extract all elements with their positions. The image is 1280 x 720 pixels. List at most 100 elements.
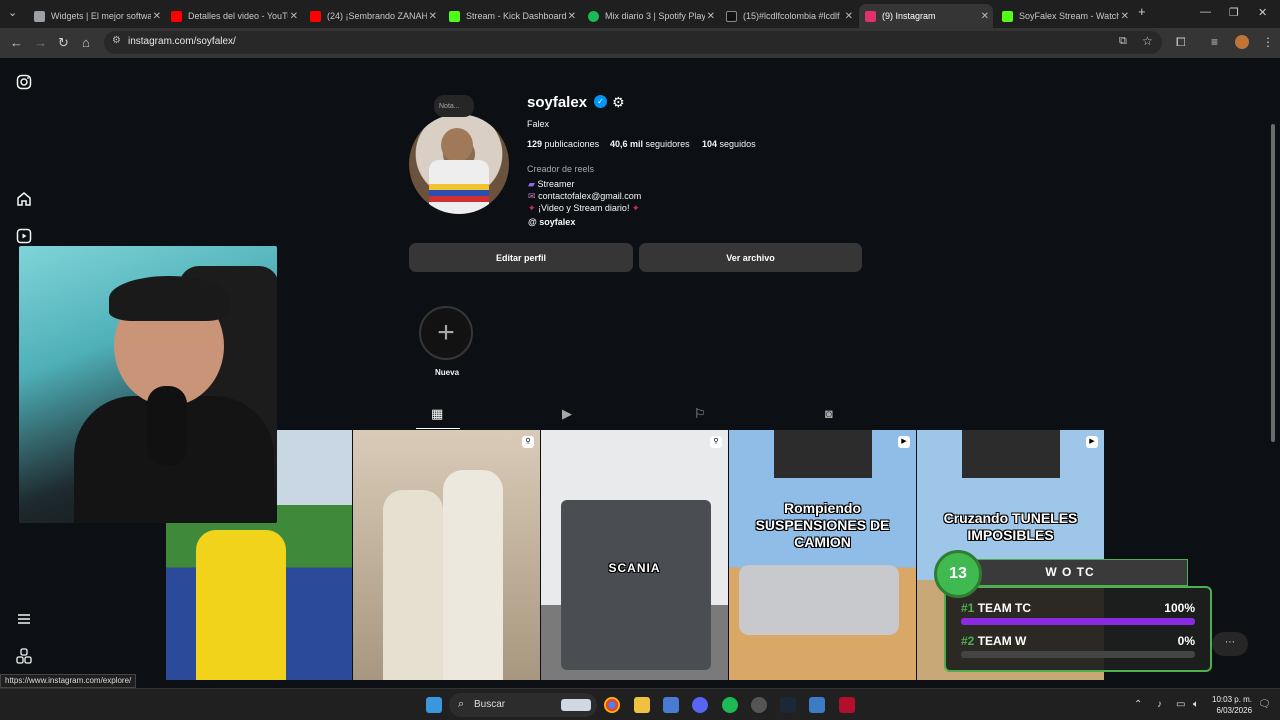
install-app-icon[interactable]: ⧉ (1119, 35, 1127, 48)
obs-icon[interactable] (751, 697, 767, 713)
browser-tab[interactable]: Mix diario 3 | Spotify Playlist ✕ (582, 4, 719, 28)
bookmark-star-icon[interactable]: ☆ (1142, 34, 1153, 48)
close-window-icon[interactable]: ✕ (1258, 6, 1267, 19)
threads-link[interactable]: @ soyfalex (528, 217, 575, 227)
steam-icon[interactable] (780, 697, 796, 713)
restore-icon[interactable]: ❐ (1229, 6, 1239, 19)
tab-title: (24) ¡Sembrando ZANAHORIAS (327, 11, 427, 21)
sparkle-icon: ✦ (528, 203, 536, 213)
posts-grid-tab-icon[interactable]: ▦ (431, 406, 443, 422)
page-scrollbar[interactable] (1271, 124, 1275, 442)
streamer-webcam-overlay (19, 246, 277, 523)
search-highlight-icon (561, 699, 591, 711)
note-bubble[interactable]: Nota... (434, 95, 474, 117)
browser-tab[interactable]: (24) ¡Sembrando ZANAHORIAS ✕ (304, 4, 441, 28)
settings-gear-icon[interactable]: ⚙ (612, 94, 625, 111)
url-text[interactable]: instagram.com/soyfalex/ (128, 36, 236, 47)
close-tab-icon[interactable]: ✕ (153, 11, 161, 22)
post-person-figure (383, 490, 443, 680)
microphone-tray-icon[interactable]: ♪ (1157, 699, 1162, 710)
close-tab-icon[interactable]: ✕ (707, 11, 715, 22)
forward-icon[interactable]: → (34, 35, 47, 50)
messages-more-icon[interactable]: ⋯ (1212, 632, 1248, 656)
avatar-face (441, 128, 473, 162)
team-name: TEAM TC (977, 601, 1032, 615)
file-explorer-icon[interactable] (634, 697, 650, 713)
network-icon[interactable]: ▭ (1176, 699, 1185, 710)
more-menu-icon[interactable] (16, 611, 32, 627)
browser-tab[interactable]: Stream - Kick Dashboard ✕ (443, 4, 580, 28)
bio-line: ✦ ¡Video y Stream diario! ✦ (528, 203, 640, 214)
browser-tab[interactable]: (15)#lcdlfcolombia #lcdlf ✕ (720, 4, 857, 28)
back-icon[interactable]: ← (10, 35, 23, 50)
site-info-icon[interactable]: ⚙ (112, 35, 121, 46)
youtube-favicon-icon (310, 10, 321, 22)
bio-line: ▰ Streamer (528, 179, 574, 190)
instagram-logo-icon[interactable] (16, 74, 32, 90)
posts-label: publicaciones (544, 139, 600, 149)
tab-title: Mix diario 3 | Spotify Playlist (605, 11, 705, 21)
spotify-icon[interactable] (722, 697, 738, 713)
youtube-favicon-icon (171, 10, 182, 22)
close-tab-icon[interactable]: ✕ (845, 11, 853, 22)
followers-stat[interactable]: 40,6 mil seguidores (610, 139, 690, 149)
tab-title: Widgets | El mejor software (51, 11, 151, 21)
browser-tab[interactable]: Detalles del video - YouTube ✕ (165, 4, 302, 28)
tray-overflow-icon[interactable]: ⌃ (1134, 699, 1142, 710)
saved-tab-icon[interactable]: ⚐ (694, 406, 706, 422)
address-bar[interactable]: ⚙ instagram.com/soyfalex/ ⧉ ☆ (104, 31, 1162, 54)
browser-tab[interactable]: SoyFalex Stream - Watch ✕ (996, 4, 1133, 28)
media-control-icon[interactable]: ≡ (1211, 35, 1218, 49)
home-icon[interactable]: ⌂ (82, 35, 90, 50)
team-rank: #1 (961, 601, 975, 615)
home-icon[interactable] (16, 191, 32, 207)
post-thumbnail[interactable]: ⚲ (353, 430, 540, 680)
close-tab-icon[interactable]: ✕ (981, 11, 989, 22)
volume-icon[interactable]: 🔈︎ (1193, 699, 1199, 710)
close-tab-icon[interactable]: ✕ (429, 11, 437, 22)
vote-widget (944, 586, 1212, 672)
team-rank: #2 (961, 634, 975, 648)
meta-apps-icon[interactable] (16, 648, 32, 664)
post-person-figure (443, 470, 503, 680)
taskbar-clock[interactable]: 10:03 p. m. 6/03/2026 (1212, 694, 1252, 716)
notifications-icon[interactable]: 🗨︎ (1258, 699, 1271, 710)
new-highlight-button[interactable]: + (419, 306, 473, 360)
tagged-tab-icon[interactable]: ◙ (825, 406, 833, 421)
microphone-icon (147, 386, 187, 466)
extensions-icon[interactable]: ⧠ (1176, 35, 1186, 50)
browser-tab-active[interactable]: (9) Instagram ✕ (859, 4, 993, 28)
tab-title: Detalles del video - YouTube (188, 11, 288, 21)
status-bar-link: https://www.instagram.com/explore/ (0, 674, 137, 688)
tab-title: (9) Instagram (882, 11, 936, 21)
reels-tab-icon[interactable]: ▶ (562, 406, 572, 422)
browser-tab[interactable]: Widgets | El mejor software ✕ (28, 4, 165, 28)
close-tab-icon[interactable]: ✕ (290, 11, 298, 22)
active-tab-indicator (416, 428, 460, 429)
photos-icon[interactable] (809, 697, 825, 713)
close-tab-icon[interactable]: ✕ (568, 11, 576, 22)
profile-avatar[interactable] (1235, 35, 1249, 49)
chrome-icon[interactable] (604, 697, 620, 713)
start-menu-icon[interactable] (426, 697, 442, 713)
team-progress-bar (961, 651, 1195, 658)
close-tab-icon[interactable]: ✕ (1121, 11, 1129, 22)
menu-icon[interactable]: ⋮ (1262, 35, 1274, 49)
profile-avatar[interactable] (409, 114, 509, 214)
new-tab-button[interactable]: + (1138, 4, 1146, 19)
following-stat[interactable]: 104 seguidos (702, 139, 756, 149)
view-archive-button[interactable]: Ver archivo (639, 243, 862, 272)
avatar-shirt (429, 160, 489, 214)
discord-icon[interactable] (692, 697, 708, 713)
app-icon[interactable] (839, 697, 855, 713)
edit-profile-button[interactable]: Editar perfil (409, 243, 633, 272)
store-icon[interactable] (663, 697, 679, 713)
reels-icon[interactable] (16, 228, 32, 244)
post-thumbnail[interactable]: ⚲ SCANIA (541, 430, 728, 680)
reload-icon[interactable]: ↻ (58, 35, 69, 51)
note-text: Nota... (439, 102, 460, 110)
tab-search-icon[interactable]: ⌄ (8, 6, 17, 19)
post-thumbnail[interactable]: ▶ Rompiendo SUSPENSIONES DE CAMION (729, 430, 916, 680)
minimize-icon[interactable]: — (1200, 6, 1211, 18)
taskbar-search[interactable]: ⌕ Buscar (449, 693, 597, 717)
